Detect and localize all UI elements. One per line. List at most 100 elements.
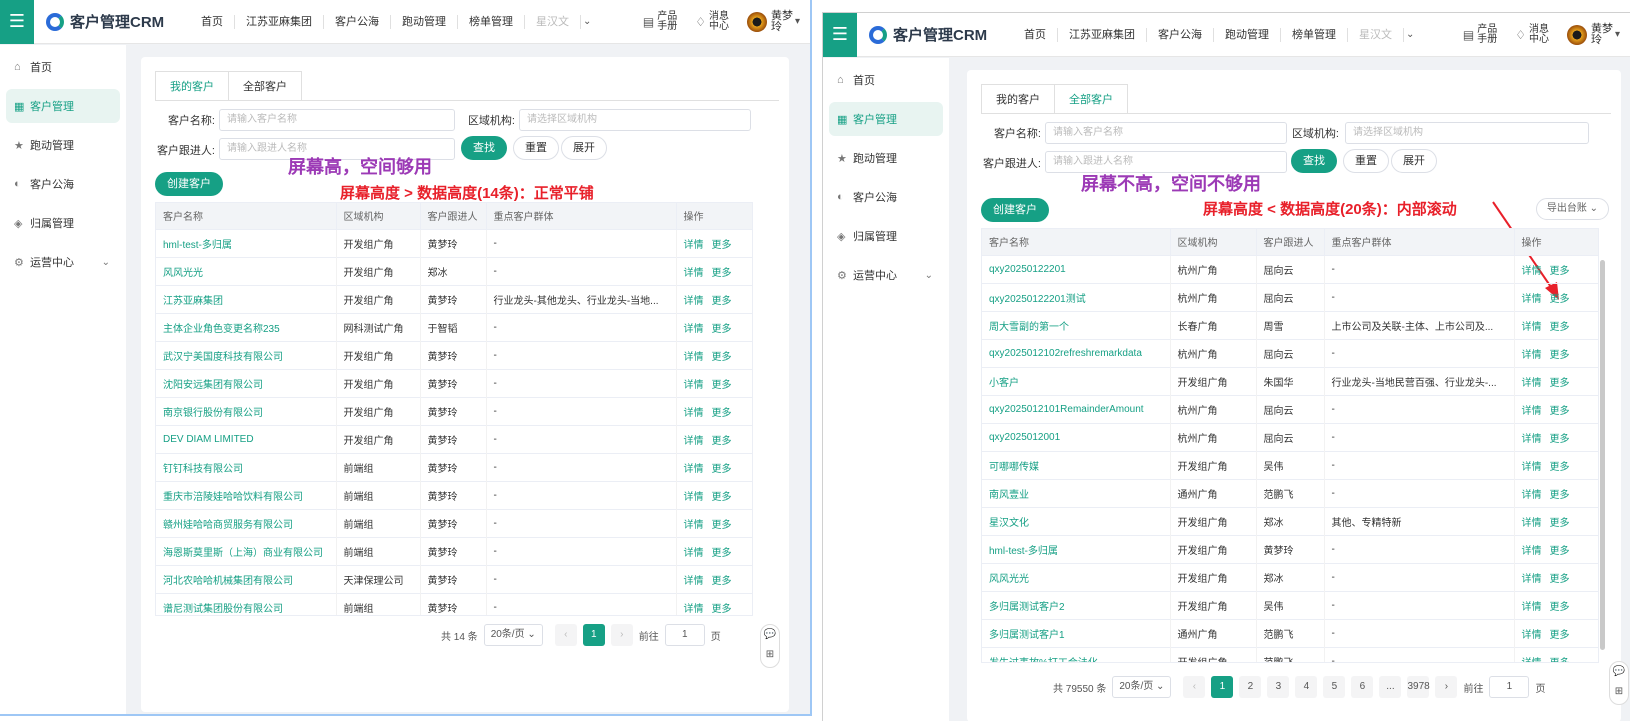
nav-home[interactable]: 首页 — [190, 14, 235, 29]
table-row[interactable]: DEV DIAM LIMITED 开发组广角 黄梦玲 - 详情 更多 — [156, 424, 752, 453]
page-button[interactable]: 5 — [1323, 676, 1346, 698]
cell-customer-name[interactable]: 发生过事故%打工合法化 — [982, 646, 1171, 662]
logo[interactable]: 客户管理CRM — [46, 11, 176, 32]
cell-customer-name[interactable]: 风风光光 — [982, 562, 1171, 591]
detail-link[interactable]: 详情 — [684, 548, 704, 559]
more-link[interactable]: 更多 — [1550, 518, 1570, 529]
cell-customer-name[interactable]: 钉钉科技有限公司 — [156, 452, 337, 481]
detail-link[interactable]: 详情 — [1522, 350, 1542, 361]
customer-name-input[interactable]: 请输入客户名称 — [219, 109, 455, 131]
detail-link[interactable]: 详情 — [684, 324, 704, 335]
table-row[interactable]: 小客户 开发组广角 朱国华 行业龙头-当地民营百强、行业龙头-... 详情 更多 — [982, 366, 1598, 395]
detail-link[interactable]: 详情 — [684, 576, 704, 587]
table-row[interactable]: 多归属测试客户1 通州广角 范鹏飞 - 详情 更多 — [982, 618, 1598, 647]
cell-customer-name[interactable]: qxy20250122201 — [982, 254, 1171, 283]
messages-button[interactable]: ♢ 消息中心 — [1515, 24, 1557, 45]
sidebar-item-home[interactable]: ⌂ 首页 — [829, 63, 943, 97]
table-row[interactable]: 风风光光 开发组广角 郑冰 - 详情 更多 — [156, 256, 752, 285]
table-row[interactable]: 风风光光 开发组广角 郑冰 - 详情 更多 — [982, 562, 1598, 591]
region-select[interactable]: 请选择区域机构 — [1345, 122, 1589, 144]
detail-link[interactable]: 详情 — [684, 604, 704, 615]
cell-customer-name[interactable]: DEV DIAM LIMITED — [156, 424, 337, 453]
cell-customer-name[interactable]: hml-test-多归属 — [156, 228, 337, 257]
sidebar-item-operations[interactable]: ⚙ 运营中心 ⌄ — [829, 258, 943, 292]
nav-ranking[interactable]: 榜单管理 — [1281, 27, 1348, 42]
detail-link[interactable]: 详情 — [1522, 658, 1542, 662]
detail-link[interactable]: 详情 — [1522, 266, 1542, 277]
nav-jiangsu[interactable]: 江苏亚麻集团 — [1058, 27, 1147, 42]
table-row[interactable]: 周大雪副的第一个 长春广角 周雪 上市公司及关联-主体、上市公司及... 详情 更多 — [982, 310, 1598, 339]
detail-link[interactable]: 详情 — [684, 520, 704, 531]
detail-link[interactable]: 详情 — [1522, 462, 1542, 473]
cell-customer-name[interactable]: 周大雪副的第一个 — [982, 310, 1171, 339]
jump-page-input[interactable]: 1 — [664, 624, 705, 646]
table-row[interactable]: 南京银行股份有限公司 开发组广角 黄梦玲 - 详情 更多 — [156, 396, 752, 425]
table-row[interactable]: qxy2025012001 杭州广角 屈向云 - 详情 更多 — [982, 422, 1598, 451]
sidebar-item-customers[interactable]: ▦ 客户管理 — [829, 102, 943, 136]
page-button[interactable]: 6 — [1351, 676, 1374, 698]
sidebar-item-operations[interactable]: ⚙ 运营中心 ⌄ — [6, 245, 120, 279]
user-menu[interactable]: 黄梦玲 ▾ — [1566, 23, 1620, 46]
more-link[interactable]: 更多 — [712, 436, 732, 447]
detail-link[interactable]: 详情 — [1522, 322, 1542, 333]
cell-customer-name[interactable]: hml-test-多归属 — [982, 534, 1171, 563]
cell-customer-name[interactable]: 南风壹业 — [982, 478, 1171, 507]
more-link[interactable]: 更多 — [712, 464, 732, 475]
table-row[interactable]: qxy20250122201 杭州广角 屈向云 - 详情 更多 — [982, 254, 1598, 283]
more-link[interactable]: 更多 — [712, 324, 732, 335]
expand-button[interactable]: 展开 — [1391, 149, 1437, 173]
page-button[interactable]: 3 — [1267, 676, 1290, 698]
nav-public-pool[interactable]: 客户公海 — [324, 14, 391, 29]
search-button[interactable]: 查找 — [1291, 149, 1337, 173]
more-link[interactable]: 更多 — [1550, 490, 1570, 501]
table-row[interactable]: 武汉宁美国度科技有限公司 开发组广角 黄梦玲 - 详情 更多 — [156, 340, 752, 369]
detail-link[interactable]: 详情 — [684, 436, 704, 447]
table-row[interactable]: 江苏亚麻集团 开发组广角 黄梦玲 行业龙头-其他龙头、行业龙头-当地... 详情 更多 — [156, 284, 752, 313]
more-link[interactable]: 更多 — [1550, 266, 1570, 277]
help-float-button[interactable]: 💬 ⊞ — [1609, 661, 1629, 705]
detail-link[interactable]: 详情 — [684, 268, 704, 279]
cell-customer-name[interactable]: qxy2025012001 — [982, 422, 1171, 451]
more-link[interactable]: 更多 — [712, 548, 732, 559]
next-page-icon[interactable]: › — [610, 624, 633, 646]
page-button[interactable]: 2 — [1239, 676, 1262, 698]
search-button[interactable]: 查找 — [461, 136, 507, 160]
jump-page-input[interactable]: 1 — [1489, 676, 1530, 698]
table-row[interactable]: 多归属测试客户2 开发组广角 吴伟 - 详情 更多 — [982, 590, 1598, 619]
more-link[interactable]: 更多 — [1550, 350, 1570, 361]
cell-customer-name[interactable]: 江苏亚麻集团 — [156, 284, 337, 313]
table-row[interactable]: 海恩斯莫里斯（上海）商业有限公司 前端组 黄梦玲 - 详情 更多 — [156, 536, 752, 565]
expand-button[interactable]: 展开 — [561, 136, 607, 160]
more-link[interactable]: 更多 — [712, 296, 732, 307]
table-row[interactable]: 钉钉科技有限公司 前端组 黄梦玲 - 详情 更多 — [156, 452, 752, 481]
more-link[interactable]: 更多 — [1550, 574, 1570, 585]
page-button[interactable]: 1 — [1211, 676, 1234, 698]
prev-page-icon[interactable]: ‹ — [1183, 676, 1206, 698]
cell-customer-name[interactable]: 多归属测试客户1 — [982, 618, 1171, 647]
cell-customer-name[interactable]: 沈阳安远集团有限公司 — [156, 368, 337, 397]
more-link[interactable]: 更多 — [1550, 630, 1570, 641]
cell-customer-name[interactable]: qxy20250122201测试 — [982, 282, 1171, 311]
messages-button[interactable]: ♢ 消息中心 — [695, 11, 737, 32]
sidebar-item-visits[interactable]: ★ 跑动管理 — [6, 128, 120, 162]
table-row[interactable]: qxy2025012101RemainderAmount 杭州广角 屈向云 - 详情 更多 — [982, 394, 1598, 423]
region-select[interactable]: 请选择区域机构 — [519, 109, 751, 131]
cell-customer-name[interactable]: 武汉宁美国度科技有限公司 — [156, 340, 337, 369]
menu-toggle-button[interactable]: ☰ — [823, 13, 857, 57]
cell-customer-name[interactable]: 主体企业角色变更名称235 — [156, 312, 337, 341]
cell-customer-name[interactable]: 多归属测试客户2 — [982, 590, 1171, 619]
cell-customer-name[interactable]: qxy2025012102refreshremarkdata — [982, 338, 1171, 367]
nav-public-pool[interactable]: 客户公海 — [1147, 27, 1214, 42]
tab-my-customers[interactable]: 我的客户 — [981, 84, 1055, 114]
page-button[interactable]: 3978 — [1407, 676, 1430, 698]
sidebar-item-visits[interactable]: ★ 跑动管理 — [829, 141, 943, 175]
detail-link[interactable]: 详情 — [1522, 518, 1542, 529]
nav-visit[interactable]: 跑动管理 — [391, 14, 458, 29]
detail-link[interactable]: 详情 — [1522, 490, 1542, 501]
detail-link[interactable]: 详情 — [1522, 294, 1542, 305]
cell-customer-name[interactable]: 风风光光 — [156, 256, 337, 285]
sidebar-item-ownership[interactable]: ◈ 归属管理 — [829, 219, 943, 253]
detail-link[interactable]: 详情 — [1522, 406, 1542, 417]
tab-my-customers[interactable]: 我的客户 — [155, 71, 229, 101]
sidebar-item-customers[interactable]: ▦ 客户管理 — [6, 89, 120, 123]
